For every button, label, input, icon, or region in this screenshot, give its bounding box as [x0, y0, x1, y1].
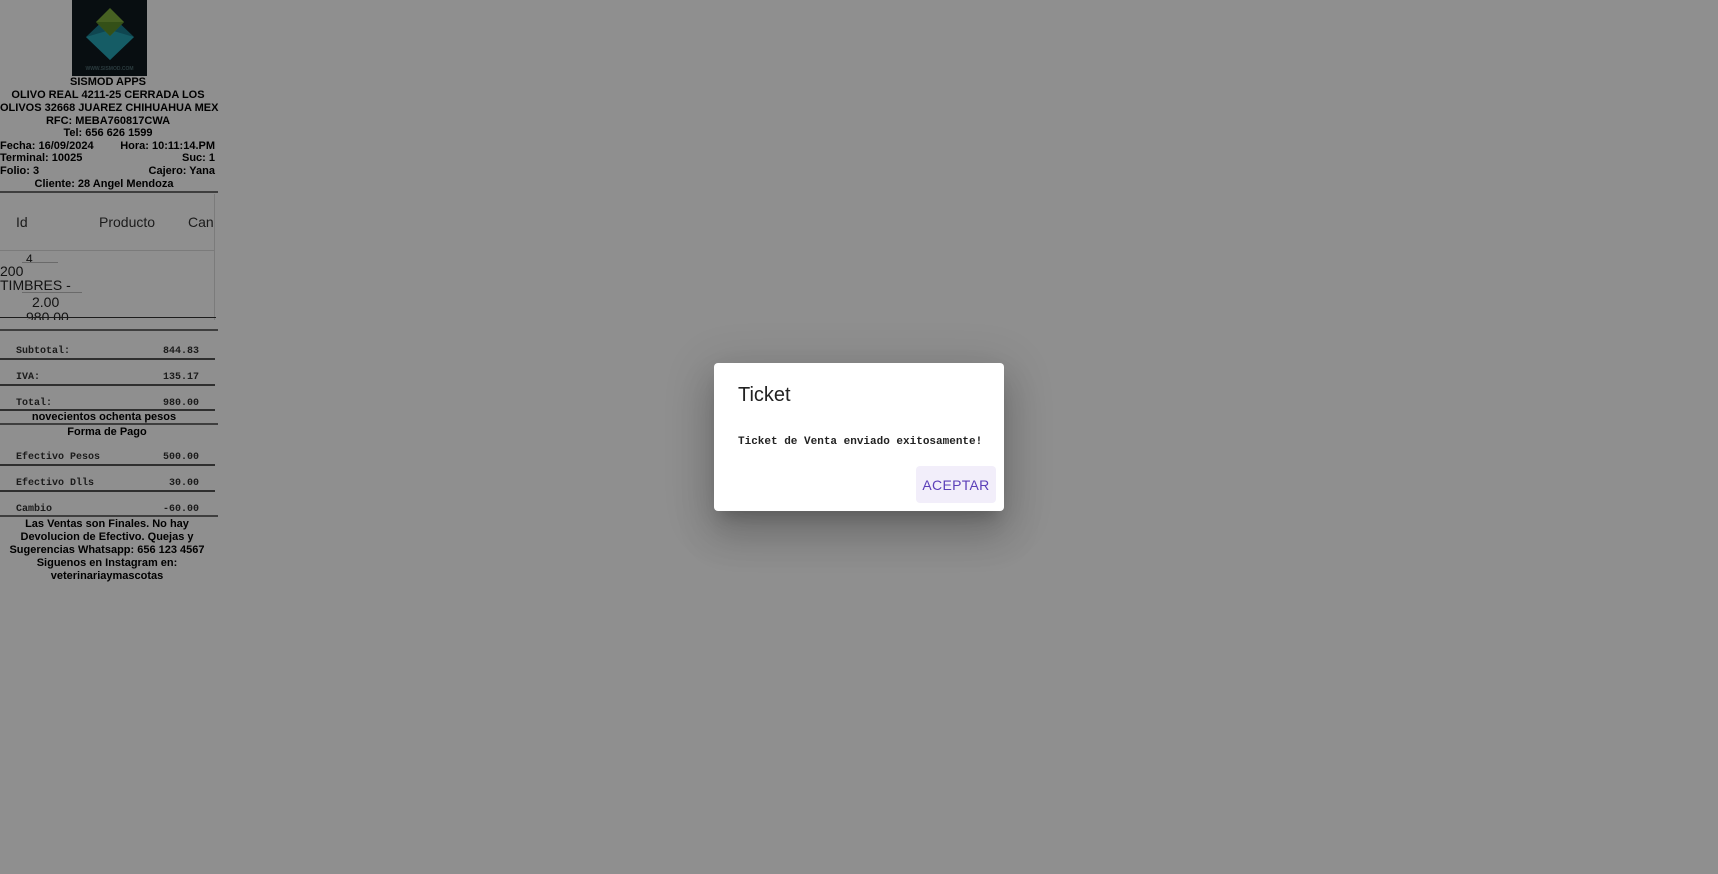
dialog-message: Ticket de Venta enviado exitosamente! [738, 436, 983, 448]
ticket-dialog: Ticket Ticket de Venta enviado exitosame… [714, 363, 1004, 511]
dialog-title: Ticket [738, 384, 791, 406]
accept-button[interactable]: ACEPTAR [916, 466, 996, 503]
